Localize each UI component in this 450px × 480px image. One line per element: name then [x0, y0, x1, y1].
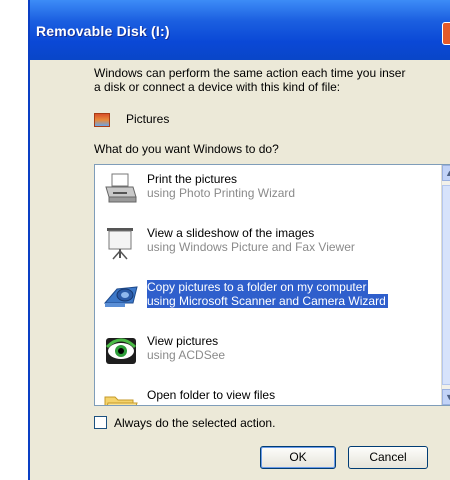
printer-icon — [105, 173, 137, 203]
scroll-down-icon[interactable]: ▼ — [442, 389, 450, 405]
scroll-up-icon[interactable]: ▲ — [442, 165, 450, 181]
intro-text: Windows can perform the same action each… — [94, 66, 450, 94]
content-type-label: Pictures — [126, 112, 170, 126]
close-icon[interactable] — [442, 22, 450, 45]
title-bar[interactable]: Removable Disk (I:) — [30, 0, 450, 60]
always-do-label[interactable]: Always do the selected action. — [114, 416, 275, 430]
list-item-copy[interactable]: Copy pictures to a folder on my computer… — [95, 273, 441, 327]
list-item-open-folder[interactable]: Open folder to view files — [95, 381, 441, 405]
camera-icon — [103, 286, 138, 307]
action-app: using ACDSee — [147, 348, 226, 362]
pictures-icon — [94, 113, 110, 127]
dialog-body: Windows can perform the same action each… — [30, 60, 450, 480]
autoplay-dialog: Removable Disk (I:) Windows can perform … — [28, 0, 450, 480]
vertical-scrollbar[interactable]: ▲ ▼ — [441, 165, 450, 405]
action-list[interactable]: Print the pictures using Photo Printing … — [94, 164, 450, 406]
action-name: View pictures — [147, 334, 219, 348]
eye-icon — [105, 338, 137, 364]
list-item-view-pictures[interactable]: View pictures using ACDSee — [95, 327, 441, 381]
ok-button[interactable]: OK — [260, 446, 336, 469]
folder-icon — [104, 396, 138, 405]
projector-screen-icon — [107, 228, 133, 260]
intro-line-2: a disk or connect a device with this kin… — [94, 80, 341, 94]
action-app: using Photo Printing Wizard — [147, 186, 296, 200]
scrollbar-thumb[interactable] — [442, 185, 450, 385]
action-name: Print the pictures — [147, 172, 238, 186]
action-app: using Microsoft Scanner and Camera Wizar… — [147, 294, 388, 308]
list-item-slideshow[interactable]: View a slideshow of the images using Win… — [95, 219, 441, 273]
cancel-button[interactable]: Cancel — [348, 446, 428, 469]
question-label: What do you want Windows to do? — [94, 142, 279, 156]
window-title: Removable Disk (I:) — [36, 23, 170, 39]
action-name: Copy pictures to a folder on my computer — [147, 280, 369, 294]
intro-line-1: Windows can perform the same action each… — [94, 66, 406, 80]
list-item-print[interactable]: Print the pictures using Photo Printing … — [95, 165, 441, 219]
action-name: View a slideshow of the images — [147, 226, 315, 240]
always-do-checkbox[interactable] — [94, 416, 107, 429]
action-name: Open folder to view files — [147, 388, 276, 402]
action-app: using Windows Picture and Fax Viewer — [147, 240, 355, 254]
